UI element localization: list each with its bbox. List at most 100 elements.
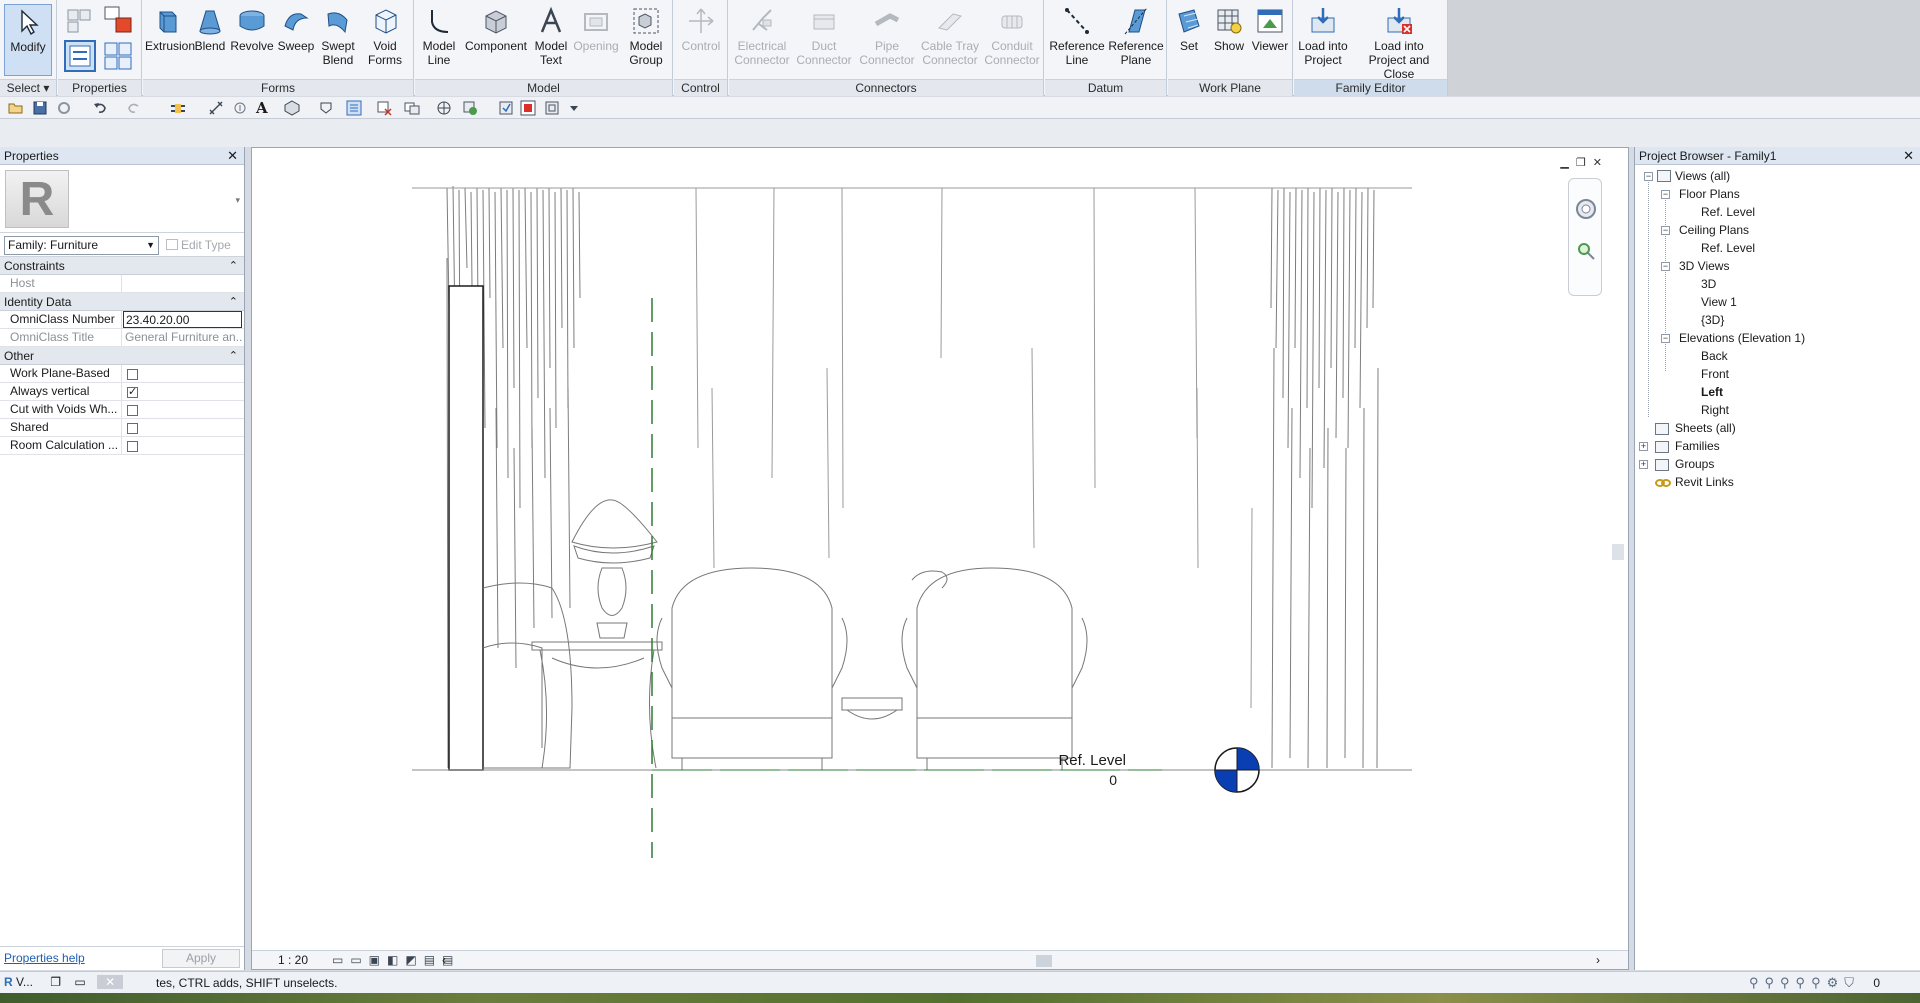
chevron-right-icon[interactable]: ›	[1596, 953, 1600, 967]
workset-icon[interactable]	[498, 100, 514, 116]
shared-checkbox[interactable]	[127, 423, 138, 434]
load-into-project-and-close-button[interactable]: Load into Project and Close	[1352, 4, 1446, 81]
families-toggle[interactable]: +	[1639, 442, 1648, 451]
detail-level-icon[interactable]	[544, 100, 560, 116]
floor-plans-toggle[interactable]: −	[1661, 190, 1670, 199]
tree-elevation-front[interactable]: Front	[1701, 365, 1729, 383]
default-3d-view-icon[interactable]	[284, 100, 300, 116]
set-button[interactable]: Set	[1172, 4, 1206, 76]
tree-elevations[interactable]: Elevations (Elevation 1)	[1679, 329, 1805, 347]
type-selector-preview[interactable]: R ▾	[0, 165, 244, 233]
elevations-toggle[interactable]: −	[1661, 334, 1670, 343]
load-into-project-button[interactable]: Load into Project	[1296, 4, 1350, 76]
tree-sheets[interactable]: Sheets (all)	[1675, 419, 1736, 437]
model-display-icon[interactable]	[520, 100, 536, 116]
electrical-connector-button[interactable]: Electrical Connector	[731, 4, 793, 76]
component-button[interactable]: Component	[461, 4, 531, 76]
control-button[interactable]: Control	[678, 4, 724, 76]
tree-floor-plans[interactable]: Floor Plans	[1679, 185, 1740, 203]
groups-toggle[interactable]: +	[1639, 460, 1648, 469]
tree-elevation-left[interactable]: Left	[1701, 383, 1723, 401]
reference-plane-button[interactable]: Reference Plane	[1107, 4, 1165, 76]
text-icon[interactable]: A	[256, 100, 272, 116]
sync-icon[interactable]	[56, 100, 72, 116]
work-plane-based-checkbox[interactable]	[127, 369, 138, 380]
opening-button[interactable]: Opening	[571, 4, 621, 76]
minimize-icon[interactable]: ▁	[1560, 157, 1568, 169]
cable-tray-connector-button[interactable]: Cable Tray Connector	[919, 4, 981, 76]
measure-icon[interactable]	[170, 100, 186, 116]
close-icon[interactable]: ✕	[1903, 147, 1914, 165]
tag-icon[interactable]	[232, 100, 248, 116]
model-line-button[interactable]: Model Line	[419, 4, 459, 76]
selection-filter-icons[interactable]: ⚲⚲⚲⚲⚲⚙⛉	[1749, 975, 1860, 991]
family-category-icon[interactable]	[64, 6, 94, 36]
tree-3d[interactable]: 3D	[1701, 275, 1716, 293]
tree-elevation-back[interactable]: Back	[1701, 347, 1728, 365]
conduit-connector-button[interactable]: Conduit Connector	[983, 4, 1041, 76]
steering-wheel-icon[interactable]	[1574, 197, 1598, 221]
tree-default-3d[interactable]: {3D}	[1701, 311, 1724, 329]
elevation-view-canvas[interactable]: Ref. Level 0	[252, 148, 1628, 948]
switch-windows-icon[interactable]	[404, 100, 420, 116]
properties-toggle-icon[interactable]	[64, 40, 96, 72]
blend-button[interactable]: Blend	[193, 4, 227, 76]
close-hidden-windows-icon[interactable]	[376, 100, 392, 116]
modify-button[interactable]: Modify	[4, 4, 52, 76]
void-forms-button[interactable]: Void Forms	[363, 4, 407, 76]
tree-revit-links[interactable]: Revit Links	[1675, 473, 1734, 491]
always-vertical-checkbox[interactable]: ✓	[127, 387, 138, 398]
close-icon[interactable]: ✕	[227, 147, 238, 165]
restore-icon[interactable]: ❐	[1576, 157, 1586, 169]
other-category[interactable]: Other ⌃	[0, 347, 244, 365]
level-head-marker[interactable]	[1214, 747, 1260, 793]
tree-families[interactable]: Families	[1675, 437, 1720, 455]
shading-icon[interactable]	[436, 100, 452, 116]
level-name-label[interactable]: Ref. Level	[1058, 752, 1126, 769]
model-group-button[interactable]: Model Group	[623, 4, 669, 76]
open-icon[interactable]	[8, 100, 24, 116]
tree-3d-views[interactable]: 3D Views	[1679, 257, 1729, 275]
constraints-category[interactable]: Constraints ⌃	[0, 257, 244, 275]
views-toggle[interactable]: −	[1644, 172, 1653, 181]
vertical-scrollbar[interactable]	[1612, 544, 1624, 560]
section-icon[interactable]	[318, 100, 334, 116]
zoom-region-icon[interactable]	[1576, 241, 1596, 261]
duct-connector-button[interactable]: Duct Connector	[795, 4, 853, 76]
edit-type-button[interactable]: Edit Type	[166, 238, 231, 252]
revolve-button[interactable]: Revolve	[230, 4, 274, 76]
close-icon[interactable]: ✕	[97, 975, 124, 989]
apply-button[interactable]: Apply	[162, 949, 240, 968]
tree-ceiling-plans[interactable]: Ceiling Plans	[1679, 221, 1749, 239]
aligned-dimension-icon[interactable]	[208, 100, 224, 116]
tree-views-all[interactable]: Views (all)	[1675, 167, 1730, 185]
horizontal-scrollbar[interactable]	[1036, 955, 1052, 967]
sweep-button[interactable]: Sweep	[277, 4, 315, 76]
close-icon[interactable]: ✕	[1593, 157, 1602, 169]
thin-lines-icon[interactable]	[346, 100, 362, 116]
pipe-connector-button[interactable]: Pipe Connector	[857, 4, 917, 76]
properties-help-link[interactable]: Properties help	[4, 951, 85, 965]
restore-icon[interactable]: ❐	[50, 975, 61, 989]
view-scale[interactable]: 1 : 20	[278, 953, 308, 967]
omniclass-number-field[interactable]: 23.40.20.00	[123, 311, 242, 328]
swept-blend-button[interactable]: Swept Blend	[317, 4, 359, 76]
3d-views-toggle[interactable]: −	[1661, 262, 1670, 271]
show-button[interactable]: Show	[1210, 4, 1248, 76]
customize-toolbar-icon[interactable]	[566, 100, 582, 116]
level-elevation-label[interactable]: 0	[1109, 772, 1117, 788]
viewer-button[interactable]: Viewer	[1250, 4, 1290, 76]
extrusion-button[interactable]: Extrusion	[145, 4, 195, 76]
drawing-area[interactable]: Ref. Level 0 ▁ ❐ ✕ 1 : 20 ▭▭▣◧◩▤▤ ‹ ›	[251, 147, 1629, 970]
tree-floor-plan-ref-level[interactable]: Ref. Level	[1701, 203, 1755, 221]
chevron-left-icon[interactable]: ‹	[442, 953, 446, 967]
undo-icon[interactable]	[92, 100, 108, 116]
reference-line-button[interactable]: Reference Line	[1049, 4, 1105, 76]
save-icon[interactable]	[32, 100, 48, 116]
tree-groups[interactable]: Groups	[1675, 455, 1714, 473]
tree-view-1[interactable]: View 1	[1701, 293, 1737, 311]
room-calculation-checkbox[interactable]	[127, 441, 138, 452]
tree-elevation-right[interactable]: Right	[1701, 401, 1729, 419]
tree-ceiling-plan-ref-level[interactable]: Ref. Level	[1701, 239, 1755, 257]
type-properties-icon[interactable]	[102, 40, 134, 72]
